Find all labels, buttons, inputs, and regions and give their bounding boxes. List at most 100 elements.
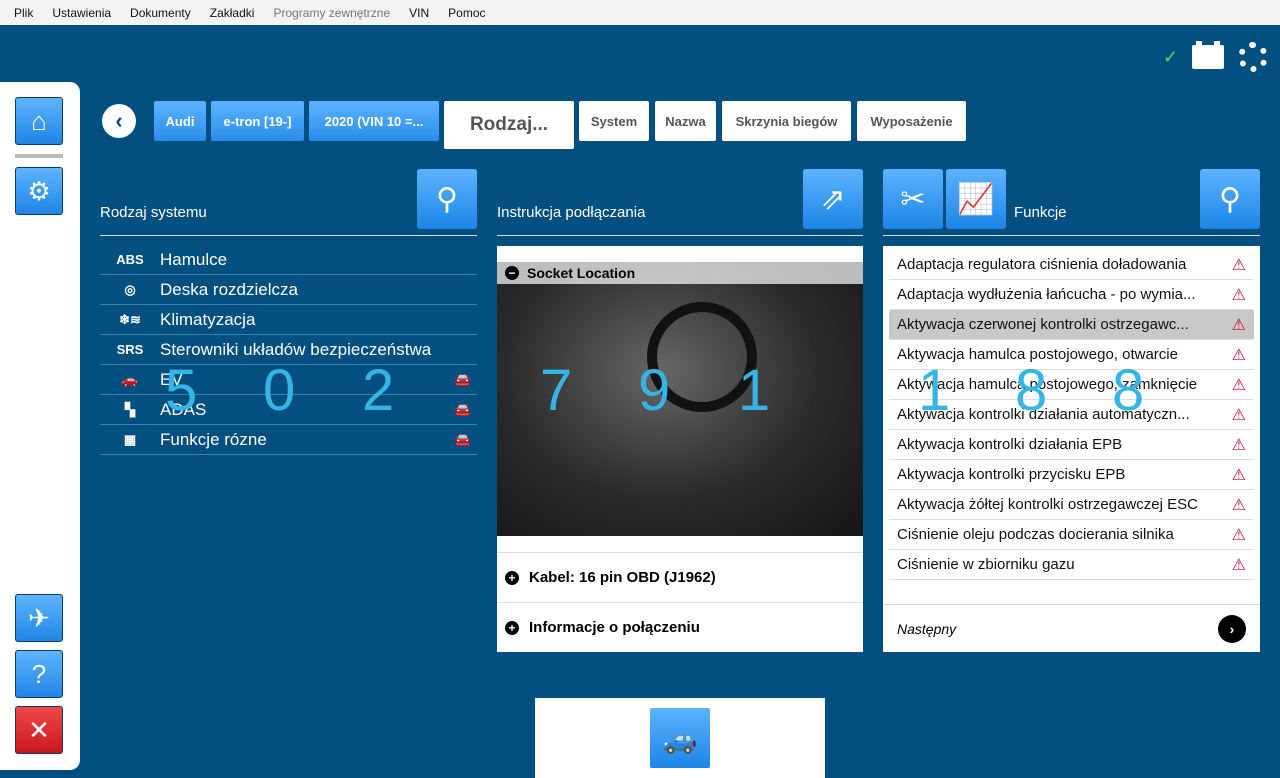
- function-label: Aktywacja kontrolki działania automatycz…: [897, 406, 1190, 423]
- menu-dokumenty[interactable]: Dokumenty: [130, 6, 191, 20]
- function-item[interactable]: Ciśnienie oleju podczas docierania silni…: [889, 520, 1254, 550]
- function-label: Aktywacja żółtej kontrolki ostrzegawczej…: [897, 496, 1198, 513]
- menu-bar: Plik Ustawienia Dokumenty Zakładki Progr…: [0, 0, 1280, 25]
- function-item[interactable]: Aktywacja hamulca postojowego, zamknięci…: [889, 370, 1254, 400]
- warning-icon: ⚠: [1231, 316, 1246, 334]
- vehicle-service-button[interactable]: ⚙: [15, 167, 63, 215]
- back-button[interactable]: ‹: [102, 104, 136, 138]
- system-item-srs[interactable]: SRS Sterowniki układów bezpieczeństwa: [100, 335, 477, 365]
- menu-pomoc[interactable]: Pomoc: [448, 6, 485, 20]
- ev-car-icon: 🚗: [121, 371, 139, 387]
- breadcrumb-year[interactable]: 2020 (VIN 10 =...: [309, 101, 439, 141]
- function-item[interactable]: Aktywacja żółtej kontrolki ostrzegawczej…: [889, 490, 1254, 520]
- close-button[interactable]: ✕: [15, 706, 63, 754]
- system-item-deska[interactable]: ◎ Deska rozdzielcza: [100, 275, 477, 305]
- system-item-adas[interactable]: ▚ ADAS 🚘: [100, 395, 477, 425]
- close-icon: ✕: [28, 714, 50, 745]
- vehicle-connect-button[interactable]: 🚙: [650, 708, 710, 768]
- car-sparkle-icon: 🚘: [454, 371, 471, 387]
- live-data-icon: 📈: [957, 182, 995, 216]
- connection-title: Instrukcja podłączania: [497, 204, 646, 221]
- steering-wheel: [647, 302, 757, 412]
- system-item-funkcje[interactable]: ▦ Funkcje rózne 🚘: [100, 425, 477, 455]
- function-label: Aktywacja hamulca postojowego, zamknięci…: [897, 376, 1198, 393]
- breadcrumb-model[interactable]: e-tron [19-]: [211, 101, 304, 141]
- breadcrumb-gearbox[interactable]: Skrzynia biegów: [722, 101, 851, 141]
- systems-list: ABS Hamulce ◎ Deska rozdzielcza ❄≋ Klimatyz…: [100, 245, 477, 455]
- breadcrumb-equipment[interactable]: Wyposażenie: [857, 101, 966, 141]
- home-button[interactable]: ⌂: [15, 97, 63, 145]
- socket-location-header[interactable]: − Socket Location: [497, 262, 863, 284]
- chevron-right-icon[interactable]: ›: [1218, 614, 1246, 643]
- breadcrumb-name[interactable]: Nazwa: [655, 101, 716, 141]
- warning-icon: ⚠: [1231, 556, 1246, 574]
- warning-icon: ⚠: [1231, 466, 1246, 484]
- function-item[interactable]: Adaptacja regulatora ciśnienia doładowan…: [889, 250, 1254, 280]
- function-item[interactable]: Aktywacja kontrolki przycisku EPB ⚠: [889, 460, 1254, 490]
- breadcrumb-system[interactable]: System: [579, 101, 649, 141]
- systems-search-button[interactable]: ⚲: [417, 169, 477, 229]
- external-link-icon: ⇗: [820, 182, 846, 216]
- function-item[interactable]: Aktywacja kontrolki działania automatycz…: [889, 400, 1254, 430]
- cable-accordion[interactable]: + Kabel: 16 pin OBD (J1962): [497, 552, 863, 602]
- divider: [100, 235, 477, 236]
- functions-search-button[interactable]: ⚲: [1200, 169, 1260, 229]
- function-item[interactable]: Ciśnienie w zbiorniku gazu ⚠: [889, 550, 1254, 580]
- tools-button[interactable]: ✂: [883, 169, 943, 229]
- socket-location-label: Socket Location: [527, 265, 636, 281]
- expand-icon: +: [505, 620, 519, 635]
- system-label: EV: [160, 369, 183, 389]
- open-external-button[interactable]: ⇗: [803, 169, 863, 229]
- function-item[interactable]: Aktywacja kontrolki działania EPB ⚠: [889, 430, 1254, 460]
- expand-icon: +: [505, 570, 519, 585]
- system-label: Deska rozdzielcza: [160, 279, 298, 299]
- chevron-left-icon: ‹: [115, 108, 123, 133]
- system-item-klimatyzacja[interactable]: ❄≋ Klimatyzacja: [100, 305, 477, 335]
- function-item[interactable]: Aktywacja hamulca postojowego, otwarcie ⚠: [889, 340, 1254, 370]
- function-label: Aktywacja czerwonej kontrolki ostrzegawc…: [897, 316, 1189, 333]
- left-sidebar: ⌂ ⚙ ✈ ? ✕: [0, 82, 80, 770]
- car-icon: 🚙: [662, 722, 698, 754]
- system-item-hamulce[interactable]: ABS Hamulce: [100, 245, 477, 275]
- functions-title: Funkcje: [1014, 204, 1067, 221]
- warning-icon: ⚠: [1231, 406, 1246, 424]
- socket-location-photo: [497, 262, 863, 536]
- function-label: Ciśnienie w zbiorniku gazu: [897, 556, 1075, 573]
- bottom-panel: 🚙: [535, 698, 825, 778]
- system-label: Sterowniki układów bezpieczeństwa: [160, 339, 432, 359]
- divider: [883, 235, 1260, 236]
- help-button[interactable]: ?: [15, 650, 63, 698]
- next-row[interactable]: Następny ›: [883, 604, 1260, 652]
- function-item[interactable]: Aktywacja czerwonej kontrolki ostrzegawc…: [889, 310, 1254, 340]
- breadcrumb-make[interactable]: Audi: [154, 101, 206, 141]
- help-icon: ?: [31, 658, 47, 689]
- functions-list: Adaptacja regulatora ciśnienia doładowan…: [883, 250, 1260, 580]
- srs-icon: SRS: [116, 342, 144, 357]
- connection-info-accordion[interactable]: + Informacje o połączeniu: [497, 602, 863, 652]
- updates-button[interactable]: ✈: [15, 594, 63, 642]
- menu-plik[interactable]: Plik: [14, 6, 33, 20]
- systems-title: Rodzaj systemu: [100, 204, 207, 221]
- next-label: Następny: [897, 620, 957, 637]
- function-label: Adaptacja regulatora ciśnienia doładowan…: [897, 256, 1187, 273]
- function-label: Adaptacja wydłużenia łańcucha - po wymia…: [897, 286, 1196, 303]
- warning-icon: ⚠: [1231, 436, 1246, 454]
- dashboard-icon: ◎: [124, 281, 136, 297]
- connection-panel: − Socket Location + Kabel: 16 pin OBD (J19…: [497, 246, 863, 652]
- climate-icon: ❄≋: [119, 311, 141, 327]
- menu-vin[interactable]: VIN: [409, 6, 429, 20]
- search-icon: ⚲: [1219, 182, 1241, 216]
- check-icon: ✓: [1162, 46, 1178, 67]
- menu-zakladki[interactable]: Zakładki: [210, 6, 255, 20]
- status-area: ✓: [1162, 41, 1268, 72]
- function-item[interactable]: Adaptacja wydłużenia łańcucha - po wymia…: [889, 280, 1254, 310]
- car-gear-icon: ⚙: [27, 175, 51, 206]
- warning-icon: ⚠: [1231, 376, 1246, 394]
- system-item-ev[interactable]: 🚗 EV 🚘: [100, 365, 477, 395]
- adas-icon: ▚: [125, 401, 135, 417]
- abs-icon: ABS: [116, 252, 144, 267]
- functions-panel: Adaptacja regulatora ciśnienia doładowan…: [883, 246, 1260, 652]
- menu-ustawienia[interactable]: Ustawienia: [52, 6, 111, 20]
- live-data-button[interactable]: 📈: [946, 169, 1006, 229]
- settings-gear-icon[interactable]: [1238, 42, 1268, 72]
